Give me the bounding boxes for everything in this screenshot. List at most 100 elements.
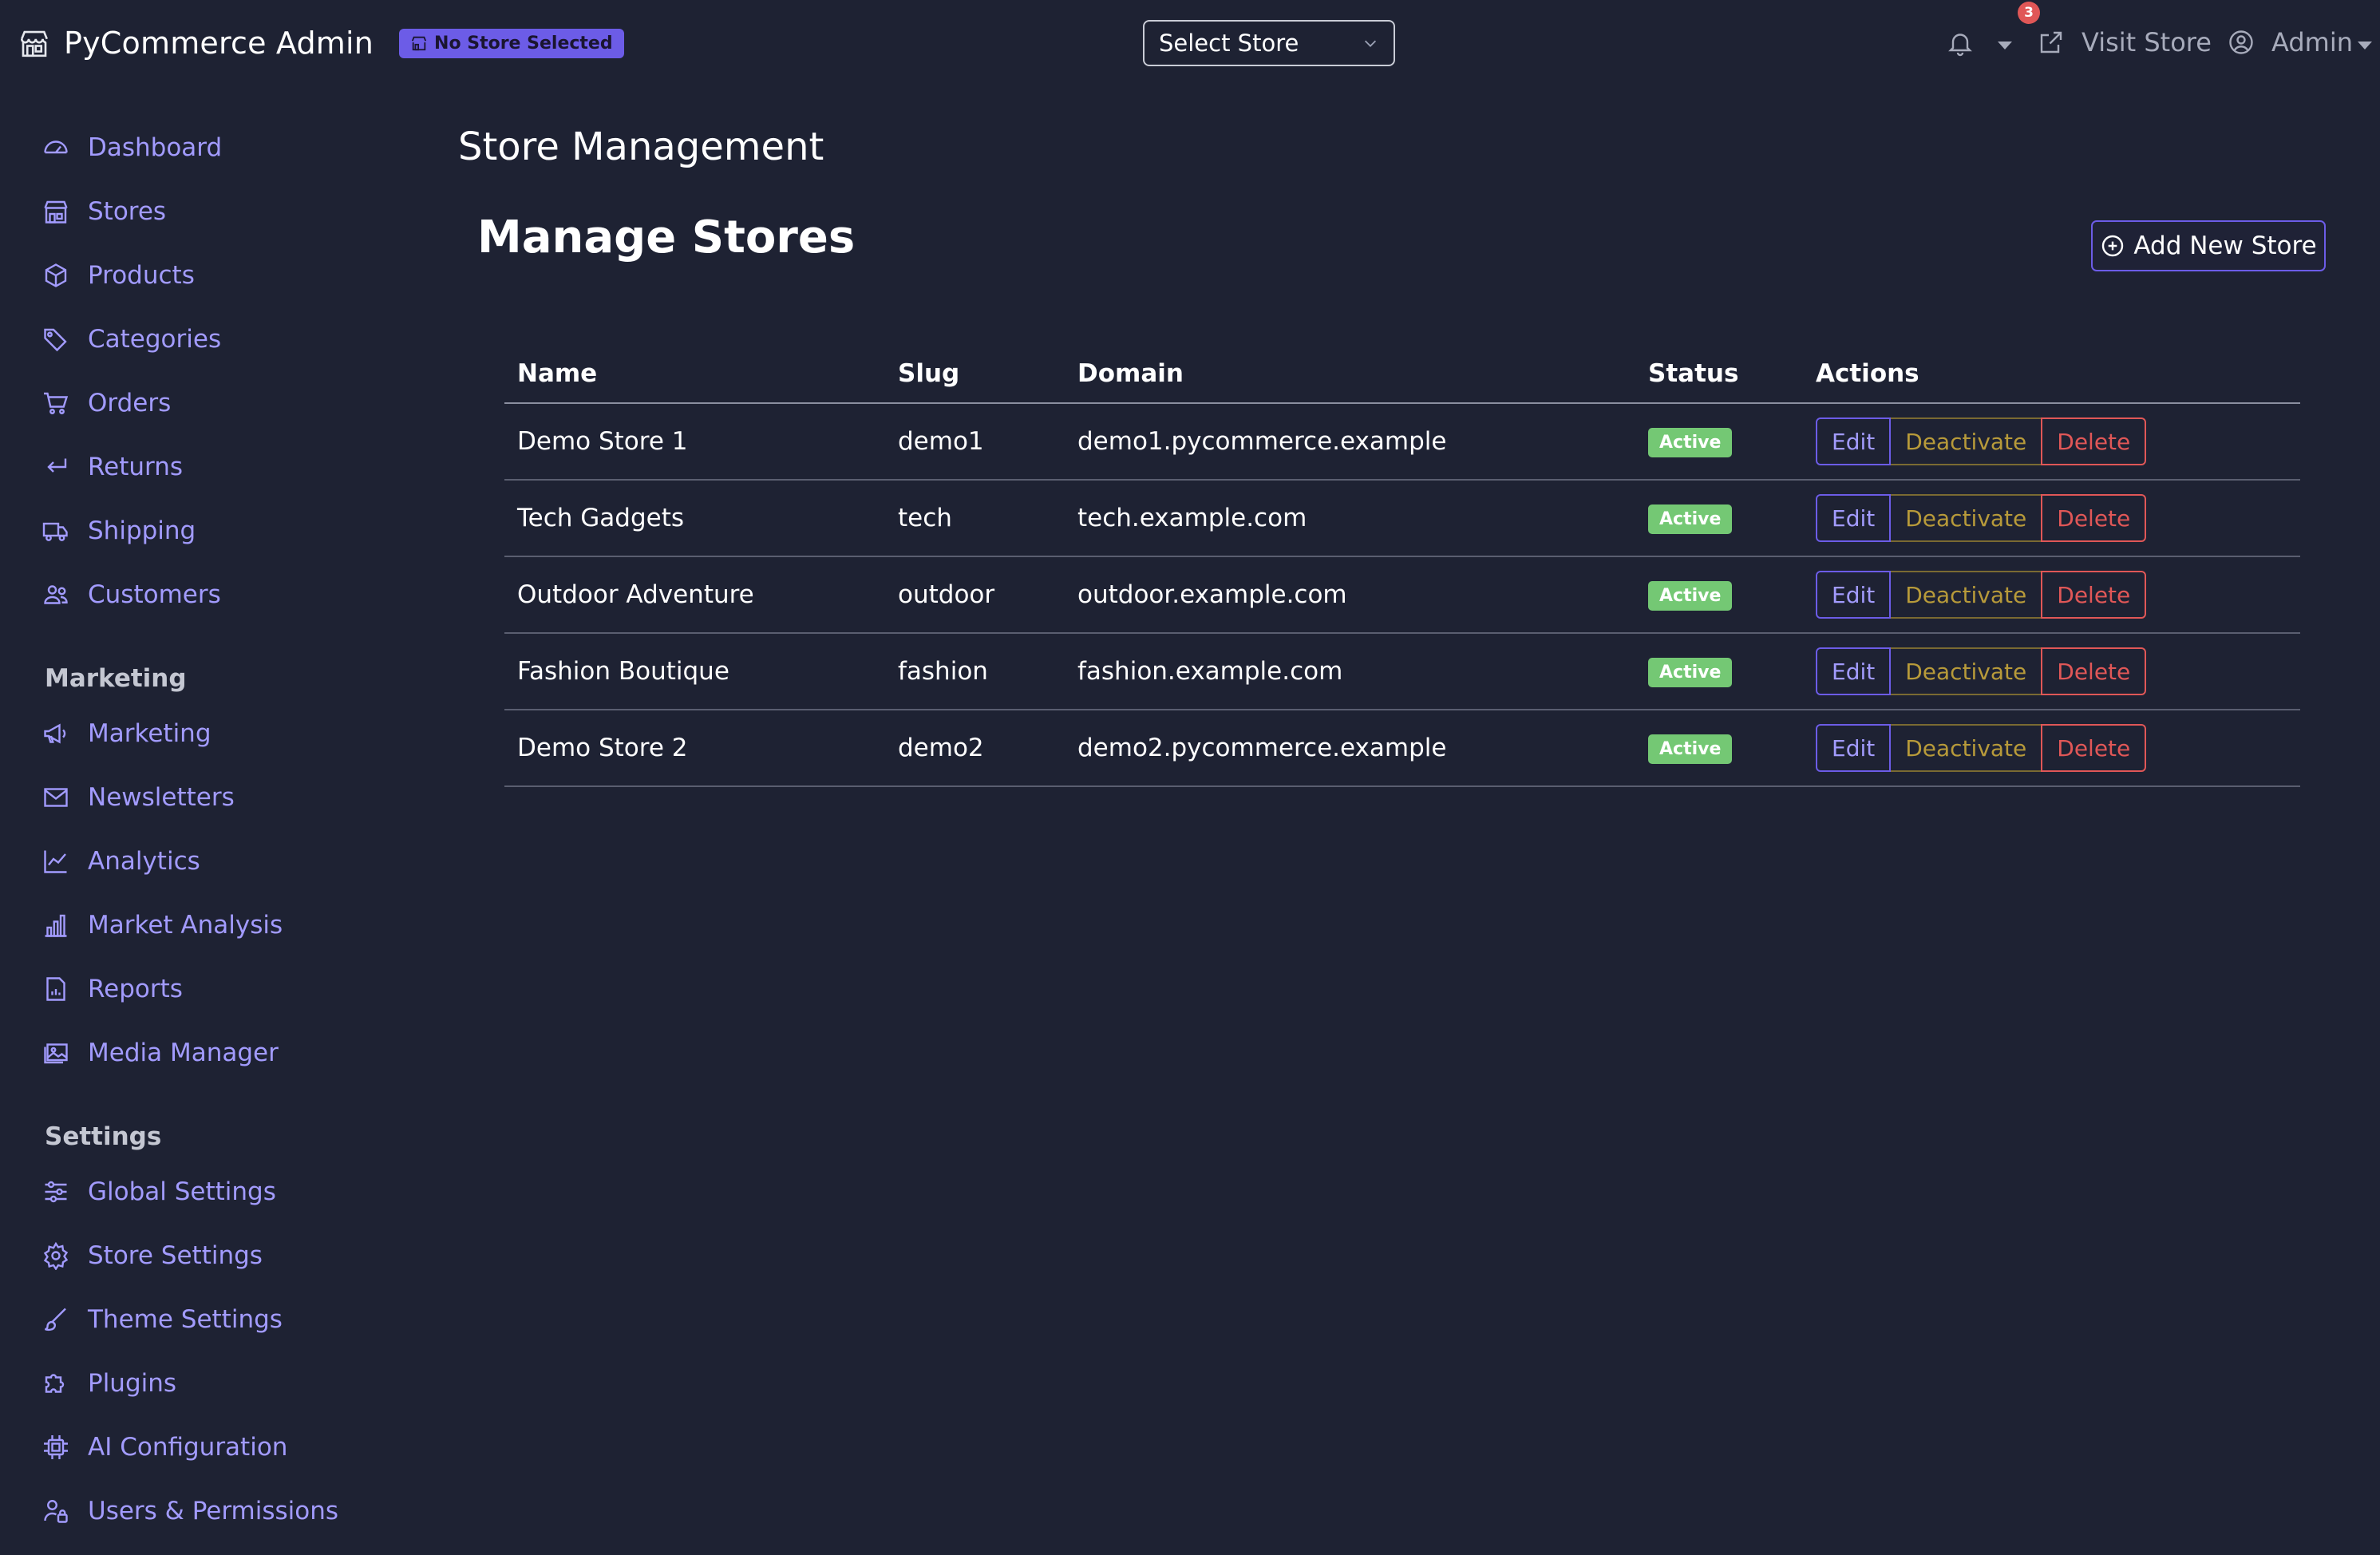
sidebar-item-label: Shipping (88, 516, 196, 545)
sidebar-item-orders[interactable]: Orders (42, 383, 171, 423)
status-badge: Active (1648, 428, 1733, 457)
people-icon (44, 585, 68, 604)
column-header-domain: Domain (1065, 345, 1635, 404)
sidebar-item-label: Returns (88, 453, 184, 481)
column-header-name: Name (504, 345, 885, 404)
sidebar-item-customers[interactable]: Customers (42, 575, 221, 615)
brand[interactable]: PyCommerce Admin No Store Selected (18, 26, 624, 61)
megaphone-icon (44, 723, 66, 744)
action-button-group: Edit Deactivate Delete (1816, 647, 2147, 695)
store-status-cell: Active (1635, 403, 1803, 481)
return-arrow-icon (47, 458, 67, 473)
delete-button[interactable]: Delete (2041, 647, 2147, 695)
sidebar-item-label: Plugins (88, 1369, 177, 1398)
sidebar-item-label: Theme Settings (88, 1305, 283, 1334)
store-status-cell: Active (1635, 633, 1803, 710)
sidebar-item-products[interactable]: Products (42, 255, 195, 295)
notification-count-badge: 3 (2018, 2, 2040, 24)
action-button-group: Edit Deactivate Delete (1816, 417, 2147, 465)
sidebar-item-label: Customers (88, 580, 221, 609)
box-icon (45, 263, 67, 287)
action-button-group: Edit Deactivate Delete (1816, 494, 2147, 542)
sidebar-item-theme-settings[interactable]: Theme Settings (42, 1300, 283, 1339)
column-header-status: Status (1635, 345, 1803, 404)
column-header-slug: Slug (885, 345, 1065, 404)
gauge-icon (44, 140, 68, 154)
edit-button[interactable]: Edit (1816, 417, 1892, 465)
stores-table: Name Slug Domain Status Actions Demo Sto… (504, 345, 2300, 787)
store-badge: No Store Selected (399, 28, 624, 58)
store-slug: tech (885, 480, 1065, 557)
admin-dropdown-caret[interactable] (2358, 42, 2372, 49)
sidebar-item-ai-configuration[interactable]: AI Configuration (42, 1427, 287, 1467)
store-name: Demo Store 1 (504, 403, 885, 481)
store-name: Tech Gadgets (504, 480, 885, 557)
sidebar-item-marketing[interactable]: Marketing (42, 714, 212, 754)
action-button-group: Edit Deactivate Delete (1816, 571, 2147, 619)
store-status-cell: Active (1635, 710, 1803, 787)
gear-icon (43, 1241, 69, 1270)
deactivate-button[interactable]: Deactivate (1891, 571, 2042, 619)
store-select[interactable]: Select Store (1143, 20, 1395, 66)
sidebar-item-reports[interactable]: Reports (42, 969, 183, 1009)
sidebar-heading-settings: Settings (45, 1122, 162, 1151)
deactivate-button[interactable]: Deactivate (1891, 724, 2042, 772)
notification-dropdown-caret[interactable] (1998, 42, 2012, 49)
store-domain: tech.example.com (1065, 480, 1635, 557)
edit-button[interactable]: Edit (1816, 724, 1892, 772)
sidebar-item-shipping[interactable]: Shipping (42, 511, 196, 551)
sidebar-item-analytics[interactable]: Analytics (42, 841, 200, 881)
admin-menu[interactable]: Admin (2227, 27, 2353, 57)
status-badge: Active (1648, 504, 1733, 534)
sidebar-item-label: Analytics (88, 847, 200, 876)
deactivate-button[interactable]: Deactivate (1891, 494, 2042, 542)
visit-store-link[interactable]: Visit Store (2037, 27, 2212, 57)
sidebar-item-media-manager[interactable]: Media Manager (42, 1033, 279, 1073)
line-graph-icon (44, 850, 67, 873)
chevron-down-icon (1364, 40, 1377, 47)
plus-circle-icon (2102, 235, 2124, 257)
edit-button[interactable]: Edit (1816, 571, 1892, 619)
delete-button[interactable]: Delete (2041, 724, 2147, 772)
sidebar-item-returns[interactable]: Returns (42, 447, 183, 487)
sidebar-item-store-settings[interactable]: Store Settings (42, 1236, 263, 1276)
top-navbar: PyCommerce Admin No Store Selected Selec… (0, 0, 2380, 88)
sidebar-item-plugins[interactable]: Plugins (42, 1363, 176, 1403)
sidebar-item-label: Marketing (88, 719, 212, 748)
sidebar-item-label: Media Manager (88, 1039, 279, 1067)
images-icon (44, 1043, 68, 1064)
sidebar-item-categories[interactable]: Categories (42, 319, 221, 359)
add-new-store-button[interactable]: Add New Store (2091, 220, 2326, 271)
column-header-actions: Actions (1803, 345, 2300, 404)
store-name: Fashion Boutique (504, 633, 885, 710)
sidebar-item-newsletters[interactable]: Newsletters (42, 778, 235, 817)
sidebar-item-label: Stores (88, 197, 167, 226)
store-actions: Edit Deactivate Delete (1803, 556, 2300, 634)
sidebar-item-stores[interactable]: Stores (42, 192, 166, 231)
tags-icon (44, 328, 67, 352)
delete-button[interactable]: Delete (2041, 571, 2147, 619)
sidebar-item-global-settings[interactable]: Global Settings (42, 1172, 276, 1212)
deactivate-button[interactable]: Deactivate (1891, 417, 2042, 465)
edit-button[interactable]: Edit (1816, 647, 1892, 695)
sidebar-item-dashboard[interactable]: Dashboard (42, 128, 222, 168)
store-actions: Edit Deactivate Delete (1803, 710, 2300, 787)
sidebar-item-label: Users & Permissions (88, 1497, 339, 1525)
edit-button[interactable]: Edit (1816, 494, 1892, 542)
store-slug: demo2 (885, 710, 1065, 787)
delete-button[interactable]: Delete (2041, 417, 2147, 465)
deactivate-button[interactable]: Deactivate (1891, 647, 2042, 695)
bell-icon[interactable] (1946, 29, 1975, 57)
sidebar-item-users-permissions[interactable]: Users & Permissions (42, 1491, 338, 1531)
store-name: Outdoor Adventure (504, 556, 885, 634)
sidebar-item-market-analysis[interactable]: Market Analysis (42, 905, 283, 945)
status-badge: Active (1648, 734, 1733, 764)
shop-icon (20, 30, 48, 57)
brush-icon (44, 1308, 66, 1331)
app-title: PyCommerce Admin (64, 26, 374, 61)
sidebar-item-label: Dashboard (88, 133, 223, 162)
user-circle-icon (2229, 30, 2253, 54)
delete-button[interactable]: Delete (2041, 494, 2147, 542)
store-actions: Edit Deactivate Delete (1803, 480, 2300, 557)
visit-store-label: Visit Store (2082, 27, 2212, 57)
